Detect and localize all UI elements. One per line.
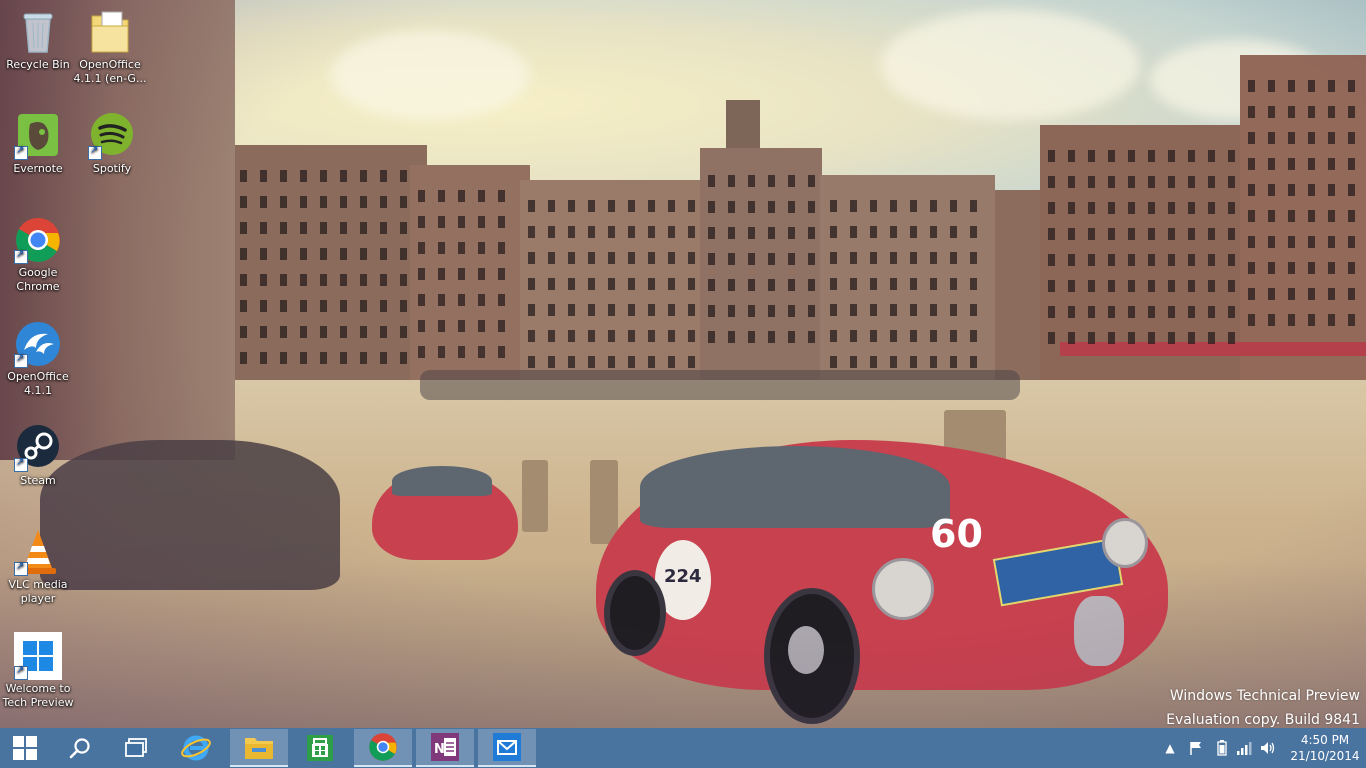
recycle-bin-icon [14, 8, 62, 56]
chrome-icon [369, 733, 397, 761]
network-button[interactable] [1236, 740, 1252, 756]
chevron-up-icon: ▲ [1165, 741, 1175, 755]
taskbar-app-file-explorer[interactable] [230, 729, 288, 767]
taskbar-app-onenote[interactable]: N [416, 729, 474, 767]
shortcut-arrow-icon [14, 352, 28, 368]
shortcut-arrow-icon [14, 664, 28, 680]
shortcut-arrow-icon [14, 456, 28, 472]
evaluation-watermark: Windows Technical Preview Evaluation cop… [1166, 684, 1360, 732]
desktop-icon-label: VLC media player [8, 578, 68, 605]
store-icon [307, 735, 333, 761]
taskbar-app-internet-explorer[interactable] [167, 729, 225, 767]
taskbar-app-mail[interactable] [478, 729, 536, 767]
mail-icon [493, 733, 521, 761]
show-hidden-icons-button[interactable]: ▲ [1162, 740, 1178, 756]
shortcut-arrow-icon [14, 144, 28, 160]
steam-icon [14, 424, 62, 472]
desktop-icon-label: Spotify [92, 162, 132, 175]
desktop-icon-label: Evernote [13, 162, 63, 175]
taskbar-clock[interactable]: 4:50 PM 21/10/2014 [1290, 732, 1360, 764]
spotify-icon [88, 112, 136, 160]
openoffice-icon [14, 320, 62, 368]
windows-logo-icon [14, 632, 62, 680]
desktop-icon-label: OpenOffice 4.1.1 (en-G... [73, 58, 147, 85]
taskbar-app-store[interactable] [291, 729, 349, 767]
chrome-icon [14, 216, 62, 264]
desktop-icon-evernote[interactable]: Evernote [0, 112, 76, 176]
shortcut-arrow-icon [88, 144, 102, 160]
desktop-icon-label: Steam [20, 474, 56, 487]
action-center-button[interactable] [1188, 740, 1204, 756]
shortcut-arrow-icon [14, 560, 28, 576]
windows-start-icon [13, 736, 37, 760]
onenote-icon: N [431, 733, 459, 761]
clock-date: 21/10/2014 [1290, 749, 1360, 763]
search-button[interactable] [58, 728, 102, 768]
taskbar-app-google-chrome[interactable] [354, 729, 412, 767]
desktop-icon-vlc[interactable]: VLC media player [0, 528, 76, 606]
battery-icon [1217, 740, 1227, 756]
taskbar: N ▲ 4:50 PM 21/10/2014 [0, 728, 1366, 768]
desktop-icon-openoffice[interactable]: OpenOffice 4.1.1 [0, 320, 76, 398]
wallpaper-vignette [0, 0, 1366, 728]
action-center-flag-icon [1190, 742, 1201, 755]
desktop-icon-welcome-tech-preview[interactable]: Welcome to Tech Preview [0, 632, 76, 710]
desktop-icon-openoffice-folder[interactable]: OpenOffice 4.1.1 (en-G... [72, 8, 148, 86]
desktop-icon-label: OpenOffice 4.1.1 [7, 370, 69, 397]
task-view-icon [125, 738, 147, 757]
svg-text:N: N [434, 742, 445, 757]
desktop-icon-label: Recycle Bin [6, 58, 70, 71]
evernote-icon [14, 112, 62, 160]
desktop-icon-label: Welcome to Tech Preview [2, 682, 74, 709]
file-explorer-icon [245, 738, 273, 759]
clock-time: 4:50 PM [1300, 733, 1350, 747]
volume-icon [1261, 742, 1275, 754]
watermark-line-1: Windows Technical Preview [1169, 688, 1360, 704]
network-signal-icon [1237, 742, 1252, 755]
volume-button[interactable] [1260, 740, 1276, 756]
battery-button[interactable] [1214, 740, 1230, 756]
desktop-icon-spotify[interactable]: Spotify [74, 112, 150, 176]
vlc-icon [14, 528, 62, 576]
desktop-icon-label: Google Chrome [16, 266, 60, 293]
desktop-icon-steam[interactable]: Steam [0, 424, 76, 488]
search-icon [69, 738, 90, 759]
internet-explorer-icon [181, 735, 211, 761]
openoffice-folder-icon [86, 8, 134, 56]
desktop-wallpaper: 224 60 [0, 0, 1366, 728]
start-button[interactable] [0, 728, 50, 768]
shortcut-arrow-icon [14, 248, 28, 264]
desktop-icon-google-chrome[interactable]: Google Chrome [0, 216, 76, 294]
task-view-button[interactable] [112, 728, 160, 768]
desktop-icon-recycle-bin[interactable]: Recycle Bin [0, 8, 76, 72]
